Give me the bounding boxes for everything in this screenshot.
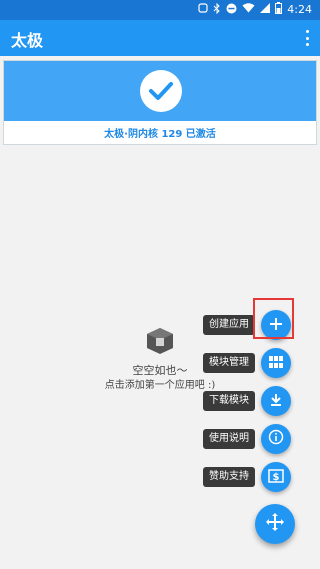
wifi-icon [242, 3, 255, 16]
sponsor-label[interactable]: 赞助支持 [203, 467, 255, 487]
info-icon [268, 429, 284, 449]
activation-card: 太极·阴内核 129 已激活 [3, 60, 317, 145]
module-management-button[interactable] [261, 348, 291, 378]
instructions-label[interactable]: 使用说明 [203, 429, 255, 449]
battery-icon [275, 2, 283, 17]
app-title: 太极 [11, 31, 44, 50]
status-time: 4:24 [287, 3, 312, 16]
bluetooth-icon [213, 2, 221, 17]
download-module-label[interactable]: 下载模块 [203, 391, 255, 411]
module-management-label[interactable]: 模块管理 [203, 353, 255, 373]
main-fab-button[interactable] [255, 504, 295, 544]
activation-status: 太极·阴内核 129 已激活 [104, 129, 216, 140]
card-header [4, 61, 316, 121]
overflow-menu-icon[interactable] [302, 28, 312, 48]
notification-icon [198, 3, 208, 16]
highlight-box [253, 298, 294, 339]
download-module-button[interactable] [261, 386, 291, 416]
signal-icon [260, 3, 271, 16]
empty-box-icon [144, 325, 176, 357]
move-arrows-icon [265, 512, 285, 536]
create-app-label[interactable]: 创建应用 [203, 315, 255, 335]
sponsor-button[interactable]: $ [261, 462, 291, 492]
dollar-icon: $ [268, 468, 284, 487]
app-bar: 太极 [0, 20, 320, 56]
grid-icon [269, 354, 283, 373]
empty-subtitle: 点击添加第一个应用吧 :) [104, 380, 216, 391]
check-icon [140, 70, 182, 112]
svg-text:$: $ [273, 472, 280, 483]
download-icon [269, 392, 283, 411]
minus-circle-icon [226, 3, 237, 17]
instructions-button[interactable] [261, 424, 291, 454]
status-bar: 4:24 [0, 0, 320, 20]
